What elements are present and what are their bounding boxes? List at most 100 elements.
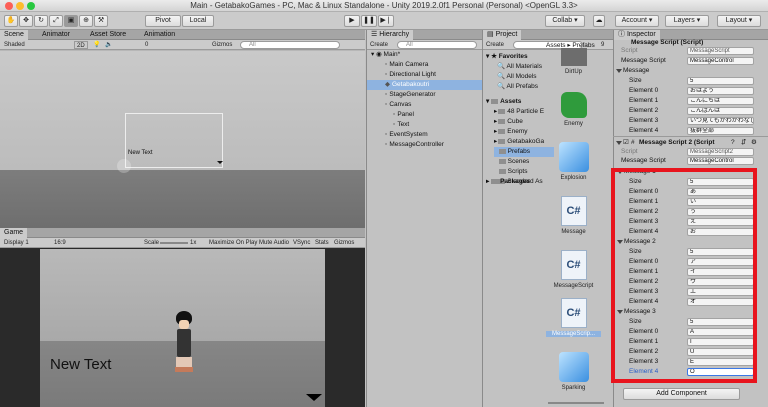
- maximize-on-play-toggle[interactable]: Maximize On Play: [209, 239, 257, 247]
- audio-toggle-icon[interactable]: 🔈: [105, 41, 112, 49]
- zoom-window-button[interactable]: [27, 2, 35, 10]
- rect-tool-icon[interactable]: ▣: [64, 15, 78, 27]
- tab-animation[interactable]: Animation: [140, 30, 179, 40]
- tab-animator[interactable]: Animator: [38, 30, 74, 40]
- hierarchy-row[interactable]: ▫ Canvas: [367, 100, 483, 110]
- play-button[interactable]: ▶: [344, 15, 360, 27]
- pivot-button[interactable]: Pivot: [145, 15, 181, 27]
- hierarchy-row[interactable]: ◆ Getabakoutri: [367, 80, 483, 90]
- icon-size-slider[interactable]: [548, 402, 604, 404]
- canvas-panel-outline[interactable]: New Text: [125, 113, 223, 168]
- local-button[interactable]: Local: [182, 15, 214, 27]
- fav-all-prefabs[interactable]: 🔍 All Prefabs: [497, 82, 557, 92]
- tab-game[interactable]: Game: [0, 228, 28, 238]
- folder-expand-icon[interactable]: [494, 168, 498, 175]
- project-folder-row[interactable]: ▸ 48 Particle E: [494, 107, 554, 117]
- custom-tool-icon[interactable]: ⚒: [94, 15, 108, 27]
- close-window-button[interactable]: [5, 2, 13, 10]
- aspect-dropdown[interactable]: 16:9: [54, 239, 66, 247]
- comp1-size-field[interactable]: 5: [687, 77, 754, 85]
- hierarchy-row[interactable]: ▫ StageGenerator: [367, 90, 483, 100]
- lighting-toggle-icon[interactable]: 💡: [93, 41, 100, 49]
- folder-icon: [498, 108, 506, 114]
- hierarchy-row[interactable]: ▫ Main Camera: [367, 60, 483, 70]
- assets-header[interactable]: ▾ Assets: [486, 97, 546, 107]
- stats-toggle[interactable]: Stats: [315, 239, 329, 247]
- hierarchy-search-input[interactable]: All: [397, 41, 477, 49]
- mute-audio-toggle[interactable]: Mute Audio: [259, 239, 289, 247]
- game-canvas-text: New Text: [50, 356, 112, 373]
- 2d-toggle[interactable]: 2D: [74, 41, 88, 49]
- scene-panel: Scene Animator Asset Store Animation Sha…: [0, 30, 365, 228]
- hierarchy-row[interactable]: ▫ Text: [367, 120, 483, 130]
- vsync-toggle[interactable]: VSync: [293, 239, 310, 247]
- project-folder-row[interactable]: ▸ GetabakoGa: [494, 137, 554, 147]
- element-value-field[interactable]: こんばんは: [687, 107, 754, 115]
- project-folder-row[interactable]: ▸ Enemy: [494, 127, 554, 137]
- folder-expand-icon[interactable]: ▸: [494, 118, 497, 125]
- cloud-icon[interactable]: ☁: [593, 15, 605, 27]
- project-asset-item[interactable]: DirtUp: [546, 48, 601, 75]
- element-value-field[interactable]: おはよう: [687, 87, 754, 95]
- tab-project[interactable]: ▤ Project: [483, 30, 522, 40]
- layers-dropdown[interactable]: Layers ▾: [665, 15, 709, 27]
- effects-count[interactable]: 0: [145, 41, 148, 49]
- hand-tool-icon[interactable]: ✋: [4, 15, 18, 27]
- scale-tool-icon[interactable]: ⤢: [49, 15, 63, 27]
- folder-expand-icon[interactable]: ▸: [494, 108, 497, 115]
- transform-tool-icon[interactable]: ⊕: [79, 15, 93, 27]
- move-tool-icon[interactable]: ✥: [19, 15, 33, 27]
- layout-dropdown[interactable]: Layout ▾: [717, 15, 761, 27]
- scale-slider[interactable]: [160, 242, 188, 244]
- folder-expand-icon[interactable]: ▸: [494, 138, 497, 145]
- packages-header[interactable]: ▸ Packages: [486, 177, 546, 187]
- folder-expand-icon[interactable]: ▸: [494, 128, 497, 135]
- project-asset-item[interactable]: C# MessageScript: [546, 250, 601, 289]
- tab-asset-store[interactable]: Asset Store: [86, 30, 130, 40]
- project-folder-row[interactable]: Scenes: [494, 157, 554, 167]
- display-dropdown[interactable]: Display 1: [4, 239, 29, 247]
- game-panel: Game Display 1 16:9 Scale 1x Maximize On…: [0, 228, 365, 407]
- comp2-message-script-field[interactable]: MessageControl: [687, 157, 754, 165]
- shading-mode-dropdown[interactable]: Shaded: [4, 41, 25, 49]
- hierarchy-row[interactable]: ▫ EventSystem: [367, 130, 483, 140]
- element-value-field[interactable]: 抜群全部: [687, 127, 754, 135]
- minimize-window-button[interactable]: [16, 2, 24, 10]
- rotate-tool-icon[interactable]: ↻: [34, 15, 48, 27]
- project-asset-item[interactable]: Sparking: [546, 352, 601, 391]
- project-folder-row[interactable]: ▸ Cube: [494, 117, 554, 127]
- comp1-message-foldout[interactable]: Message: [613, 66, 768, 76]
- gizmos-dropdown[interactable]: Gizmos: [212, 41, 232, 49]
- folder-expand-icon[interactable]: [494, 148, 498, 155]
- player-gizmo-icon[interactable]: [117, 159, 131, 173]
- project-folder-row[interactable]: Scripts: [494, 167, 554, 177]
- folder-expand-icon[interactable]: [494, 158, 498, 165]
- project-asset-item[interactable]: Enemy: [546, 92, 601, 127]
- project-asset-item[interactable]: Explosion: [546, 142, 601, 181]
- tab-scene[interactable]: Scene: [0, 30, 28, 40]
- element-value-field[interactable]: いつ見てもかわかわなし: [687, 117, 754, 125]
- hierarchy-row[interactable]: ▫ Panel: [367, 110, 483, 120]
- project-asset-item[interactable]: C# MessageScrip...: [546, 298, 601, 337]
- tab-hierarchy[interactable]: ☰ Hierarchy: [367, 30, 414, 40]
- project-create-button[interactable]: Create: [486, 41, 504, 49]
- collab-button[interactable]: Collab ▾: [545, 15, 585, 27]
- project-folder-row[interactable]: Prefabs: [494, 147, 554, 157]
- element-label: Element 0: [629, 87, 659, 94]
- pause-button[interactable]: ❚❚: [361, 15, 377, 27]
- add-component-button[interactable]: Add Component: [623, 388, 740, 400]
- hierarchy-row[interactable]: ▫ MessageController: [367, 140, 483, 150]
- account-dropdown[interactable]: Account ▾: [615, 15, 659, 27]
- game-viewport[interactable]: New Text: [40, 249, 325, 407]
- hierarchy-create-button[interactable]: Create: [370, 41, 388, 49]
- comp1-message-script-field[interactable]: MessageControl: [687, 57, 754, 65]
- step-button[interactable]: ▶❘: [378, 15, 394, 27]
- scene-root-row[interactable]: ▾ ◉ Main*: [367, 50, 483, 60]
- element-value-field[interactable]: こんにちは: [687, 97, 754, 105]
- game-tab-bar: Game: [0, 228, 365, 238]
- game-gizmos-dropdown[interactable]: Gizmos: [334, 239, 354, 247]
- scene-search-input[interactable]: All: [240, 41, 340, 49]
- project-asset-item[interactable]: C# Message: [546, 196, 601, 235]
- hierarchy-row[interactable]: ▫ Directional Light: [367, 70, 483, 80]
- favorites-header[interactable]: ▾ ★ Favorites: [486, 52, 546, 62]
